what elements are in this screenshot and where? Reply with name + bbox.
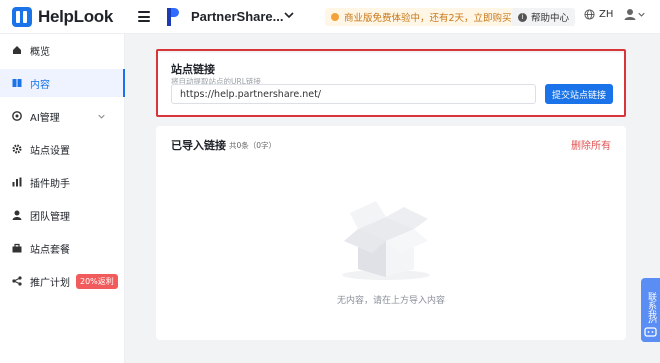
delete-all-button[interactable]: 删除所有 [571, 137, 611, 152]
chevron-down-icon[interactable] [284, 10, 294, 20]
imported-links-title: 已导入链接 [171, 139, 226, 152]
sidebar-item-plugins[interactable]: 插件助手 [0, 168, 125, 196]
chevron-down-icon [638, 12, 645, 17]
bag-icon [12, 243, 22, 253]
trial-banner-text: 商业版免费体验中，还有2天，立即购买 [344, 13, 512, 24]
language-switcher[interactable]: ZH [584, 9, 613, 20]
helplook-logo-icon [12, 7, 32, 27]
sidebar-item-team[interactable]: 团队管理 [0, 201, 125, 229]
share-icon [12, 276, 22, 286]
ai-icon [12, 111, 22, 121]
help-center-label: 帮助中心 [531, 13, 570, 24]
sidebar: 概览 内容 AI管理 站点设置 插件助手 团队管理 站点套餐 推广计划 20%返… [0, 34, 125, 363]
sidebar-item-label: 站点设置 [30, 145, 70, 157]
empty-state-text: 无内容，请在上方导入内容 [336, 296, 445, 306]
site-link-card: 站点链接 将自动提取站点的URL链接 提交站点链接 [156, 53, 626, 116]
home-icon [13, 46, 21, 54]
submit-site-link-button[interactable]: 提交站点链接 [545, 84, 613, 104]
empty-box-illustration [342, 201, 430, 280]
sidebar-item-label: 插件助手 [30, 178, 70, 190]
imported-links-card: 已导入链接 共0条（0字） 删除所有 无内容，请在上方导入内容 [156, 126, 626, 340]
promo-badge: 20%返利 [76, 273, 118, 289]
team-icon [12, 210, 22, 220]
sidebar-item-label: 内容 [30, 79, 50, 91]
chat-icon[interactable] [641, 323, 660, 342]
sidebar-item-label: 站点套餐 [30, 244, 70, 256]
sidebar-item-content[interactable]: 内容 [0, 69, 125, 97]
user-icon [624, 9, 636, 20]
logo-text: HelpLook [38, 7, 114, 26]
sidebar-item-plan[interactable]: 站点套餐 [0, 234, 125, 262]
menu-toggle-icon[interactable] [138, 11, 150, 22]
book-icon [12, 79, 22, 87]
sidebar-item-promotion[interactable]: 推广计划 20%返利 [0, 267, 125, 295]
globe-icon [584, 9, 595, 20]
gear-icon [12, 144, 22, 154]
user-menu[interactable] [624, 8, 645, 20]
site-link-title: 站点链接 [171, 63, 215, 76]
help-center-button[interactable]: i 帮助中心 [512, 8, 576, 26]
sidebar-item-label: 推广计划 [30, 277, 70, 289]
sidebar-item-label: AI管理 [30, 112, 60, 124]
chevron-down-icon [98, 114, 105, 119]
sidebar-item-overview[interactable]: 概览 [0, 36, 125, 64]
sidebar-item-site-settings[interactable]: 站点设置 [0, 135, 125, 163]
imported-links-count: 共0条（0字） [229, 141, 277, 150]
language-label: ZH [599, 9, 614, 20]
info-icon: i [518, 12, 527, 22]
sidebar-item-ai[interactable]: AI管理 [0, 102, 125, 130]
site-url-input[interactable] [171, 84, 536, 104]
sidebar-item-label: 团队管理 [30, 211, 70, 223]
top-header: HelpLook PartnerShare... 商业版免费体验中，还有2天，立… [0, 0, 660, 34]
site-logo-icon [167, 8, 180, 26]
helplook-logo[interactable]: HelpLook [12, 7, 113, 27]
site-switcher[interactable]: PartnerShare... [191, 9, 284, 24]
trial-banner[interactable]: 商业版免费体验中，还有2天，立即购买 [325, 8, 520, 26]
sidebar-item-label: 概览 [30, 46, 50, 58]
location-pin-icon [331, 13, 339, 21]
chart-icon [12, 177, 22, 187]
